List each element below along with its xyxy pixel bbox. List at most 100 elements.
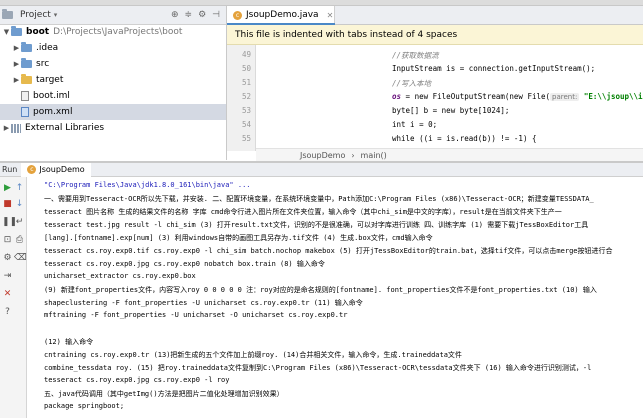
exit-icon[interactable]: ⇥ (2, 271, 13, 282)
project-view-icon (2, 9, 13, 19)
close-icon[interactable]: ✕ (2, 289, 13, 300)
tree-item-external-libraries[interactable]: ▶ External Libraries (2, 120, 104, 136)
folder-icon (11, 26, 22, 36)
tree-item-label: boot.iml (33, 91, 70, 101)
console-line: package springboot; (44, 402, 125, 410)
folder-icon (21, 58, 32, 68)
folder-icon (21, 42, 32, 52)
maven-file-icon (21, 107, 29, 117)
project-panel-title[interactable]: Project (20, 10, 51, 20)
breadcrumb-item[interactable]: JsoupDemo (300, 151, 345, 160)
line-number: 49 (241, 50, 251, 59)
project-panel: Project ▾ ⊕ ≑ ⚙ ⊣ ▼ boot D:\Projects\Jav… (0, 6, 227, 160)
code-line: int i = 0; (392, 120, 438, 129)
indent-notice-banner: This file is indented with tabs instead … (227, 25, 643, 45)
tree-item-label: pom.xml (33, 107, 73, 117)
code-line: byte[] b = new byte[1024]; (392, 106, 510, 115)
pause-icon[interactable]: ❚❚ (2, 217, 17, 228)
tree-item-path: D:\Projects\JavaProjects\boot (53, 27, 183, 37)
line-number: 54 (241, 120, 251, 129)
collapse-icon[interactable]: ≑ (185, 10, 193, 20)
tree-item-label: External Libraries (25, 123, 105, 133)
wrap-icon[interactable]: ↵ (14, 217, 25, 228)
arrow-down-icon[interactable]: ↓ (14, 199, 25, 210)
tree-item-label: src (36, 59, 50, 69)
chevron-down-icon[interactable]: ▼ (2, 28, 11, 36)
line-number: 52 (241, 92, 251, 101)
chevron-right-icon[interactable]: ▶ (2, 124, 11, 132)
console-line: [lang].[fontname].exp[num] (3) 利用windows… (44, 234, 433, 242)
console-line: 五、java代码调用（其中getImg()方法是把图片二值化处理增加识别效果） (44, 390, 284, 398)
hide-icon[interactable]: ⊣ (212, 10, 220, 20)
console-line: 一、需要用到Tesseract-OCR所以先下载，并安装. 二、配置环境变量，在… (44, 195, 594, 203)
project-panel-header: Project ▾ ⊕ ≑ ⚙ ⊣ (0, 6, 226, 25)
console-line: tesseract cs.roy.exp0.jpg cs.roy.exp0 -l… (44, 376, 230, 384)
help-icon[interactable]: ? (2, 307, 13, 318)
gear-icon[interactable]: ⚙ (198, 10, 206, 20)
console-line: shapeclustering -F font_properties -U un… (44, 299, 363, 307)
code-line: //获取数据流 (392, 51, 439, 60)
code-token: os (392, 92, 402, 101)
run-panel-label: Run (2, 165, 18, 174)
tree-item-boot-iml[interactable]: boot.iml (21, 88, 70, 104)
code-line: //写入本地 (392, 79, 432, 88)
line-number: 55 (241, 134, 251, 143)
code-token: "E:\\jsoup\\i (583, 92, 643, 101)
run-tab-jsoupdemo[interactable]: c JsoupDemo (21, 162, 91, 177)
run-tab-label: JsoupDemo (39, 165, 85, 174)
tree-item-idea[interactable]: ▶ .idea (12, 40, 58, 56)
breadcrumb-item[interactable]: main() (361, 151, 387, 160)
console-line: (12) 输入命令 (44, 338, 94, 346)
chevron-right-icon[interactable]: ▶ (12, 60, 21, 68)
console-line: unicharset_extractor cs.roy.exp0.box (44, 272, 196, 280)
clear-icon[interactable]: ⌫ (14, 253, 27, 264)
tree-item-label: .idea (36, 43, 59, 53)
tree-item-label: target (36, 75, 64, 85)
tab-label: JsoupDemo.java (246, 10, 319, 20)
dump-threads-icon[interactable]: ⊡ (2, 235, 13, 246)
code-line: while ((i = is.read(b)) != -1) { (392, 134, 537, 143)
code-line: os = new FileOutputStream(new File(paren… (392, 92, 643, 101)
tab-jsoupdemo-java[interactable]: c JsoupDemo.java ✕ (227, 6, 335, 25)
console-line: "C:\Program Files\Java\jdk1.8.0_161\bin\… (44, 181, 251, 189)
chevron-down-icon[interactable]: ▾ (54, 11, 58, 19)
console-line: tesseract test.jpg result -l chi_sim (3)… (44, 221, 589, 229)
settings-icon[interactable]: ⚙ (2, 253, 13, 264)
chevron-right-icon[interactable]: ▶ (12, 44, 21, 52)
code-token: = new FileOutputStream(new File( (401, 92, 551, 101)
file-icon (21, 91, 29, 101)
print-icon[interactable]: ⎙ (14, 235, 25, 246)
editor-tabs: c JsoupDemo.java ✕ (227, 6, 643, 25)
tree-item-target[interactable]: ▶ target (12, 72, 63, 88)
tree-item-pom-xml[interactable]: pom.xml (0, 104, 226, 120)
console-line: cntraining cs.roy.exp0.tr (13)把新生成的五个文件加… (44, 351, 462, 359)
console-line: tesseract 图片名称 生成的结果文件的名称 字库 cmd命令行进入图片所… (44, 208, 562, 216)
parameter-hint: parent: (550, 93, 580, 101)
folder-icon (21, 74, 32, 84)
run-icon[interactable]: ▶ (2, 183, 13, 194)
line-number: 51 (241, 78, 251, 87)
run-toolbar: ▶ ↑ ■ ↓ ❚❚ ↵ ⊡ ⎙ ⚙ ⌫ ⇥ ✕ ? (0, 177, 27, 418)
console-line: combine_tessdata roy. (15) 把roy.trainedd… (44, 364, 592, 372)
library-icon (11, 123, 21, 133)
breadcrumb: JsoupDemo › main() (256, 148, 643, 161)
tree-item-boot[interactable]: ▼ boot D:\Projects\JavaProjects\boot (2, 24, 182, 40)
stop-icon[interactable]: ■ (2, 199, 13, 210)
line-number: 50 (241, 64, 251, 73)
console-line: tesseract cs.roy.exp0.jpg cs.roy.exp0 no… (44, 260, 325, 268)
console-line: (9) 新建font_properties文件，内容写入roy 0 0 0 0 … (44, 286, 597, 294)
console-line: tesseract cs.roy.exp0.tif cs.roy.exp0 -l… (44, 247, 613, 255)
tree-item-label: boot (26, 27, 50, 37)
line-number: 53 (241, 106, 251, 115)
tree-item-src[interactable]: ▶ src (12, 56, 49, 72)
locate-icon[interactable]: ⊕ (171, 10, 179, 20)
java-class-icon: c (233, 10, 242, 20)
console-line: mftraining -F font_properties -U unichar… (44, 311, 348, 319)
arrow-up-icon[interactable]: ↑ (14, 183, 25, 194)
chevron-right-icon: › (351, 150, 355, 160)
run-panel-header: Run c JsoupDemo (0, 162, 643, 177)
close-icon[interactable]: ✕ (327, 11, 334, 20)
code-line: InputStream is = connection.getInputStre… (392, 64, 596, 73)
java-class-icon: c (27, 165, 37, 174)
chevron-right-icon[interactable]: ▶ (12, 76, 21, 84)
